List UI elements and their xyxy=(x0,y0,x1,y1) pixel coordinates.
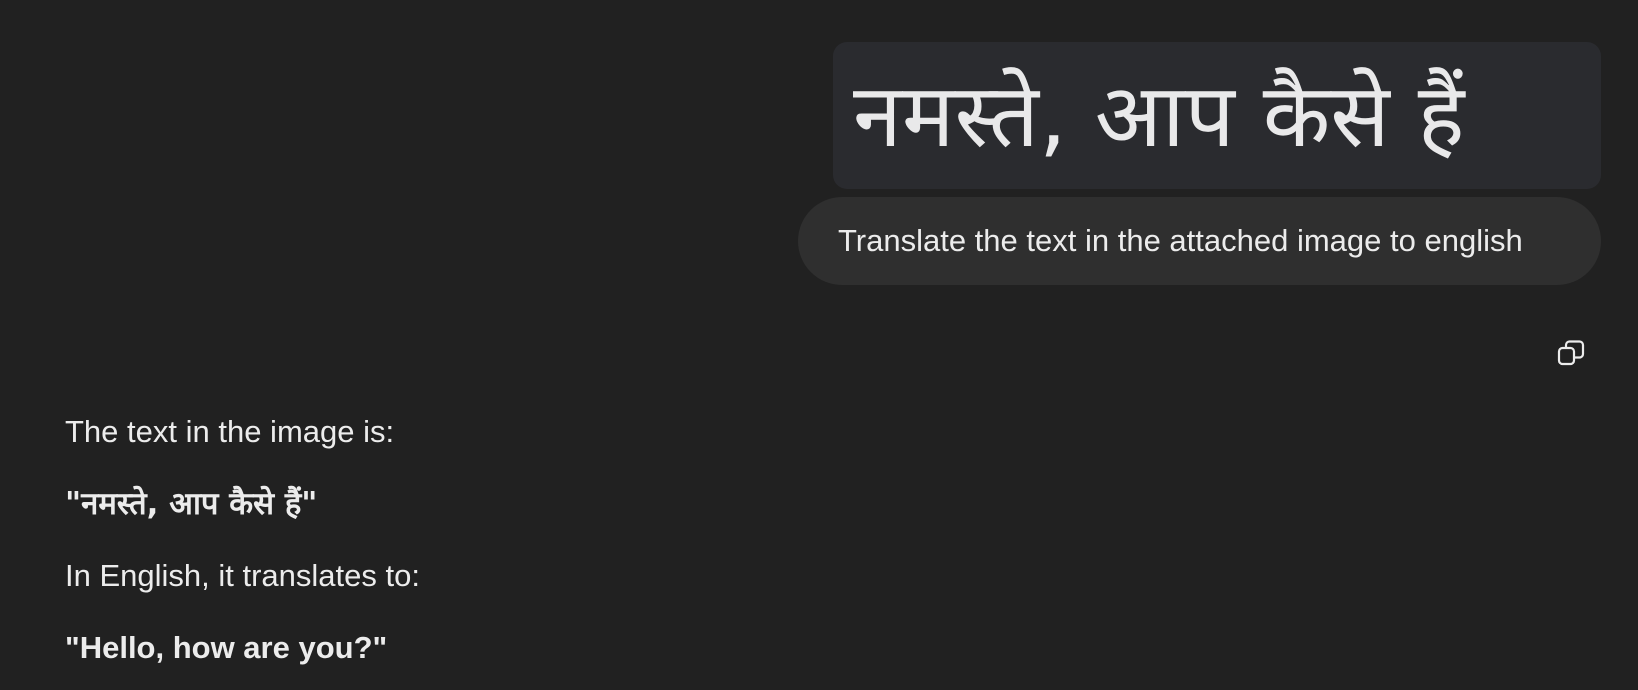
response-translation-intro: In English, it translates to: xyxy=(65,558,420,593)
attached-image-text: नमस्ते, आप कैसे हैं xyxy=(853,63,1465,167)
response-translation-quote: "Hello, how are you?" xyxy=(65,630,388,665)
response-original-quote: "नमस्ते, आप कैसे हैं" xyxy=(65,486,318,522)
attached-image[interactable]: नमस्ते, आप कैसे हैं xyxy=(833,42,1601,189)
user-message-bubble: Translate the text in the attached image… xyxy=(798,197,1601,285)
response-intro: The text in the image is: xyxy=(65,414,395,449)
copy-button[interactable] xyxy=(1553,337,1589,373)
user-message-text: Translate the text in the attached image… xyxy=(838,223,1523,258)
copy-icon xyxy=(1556,338,1586,373)
